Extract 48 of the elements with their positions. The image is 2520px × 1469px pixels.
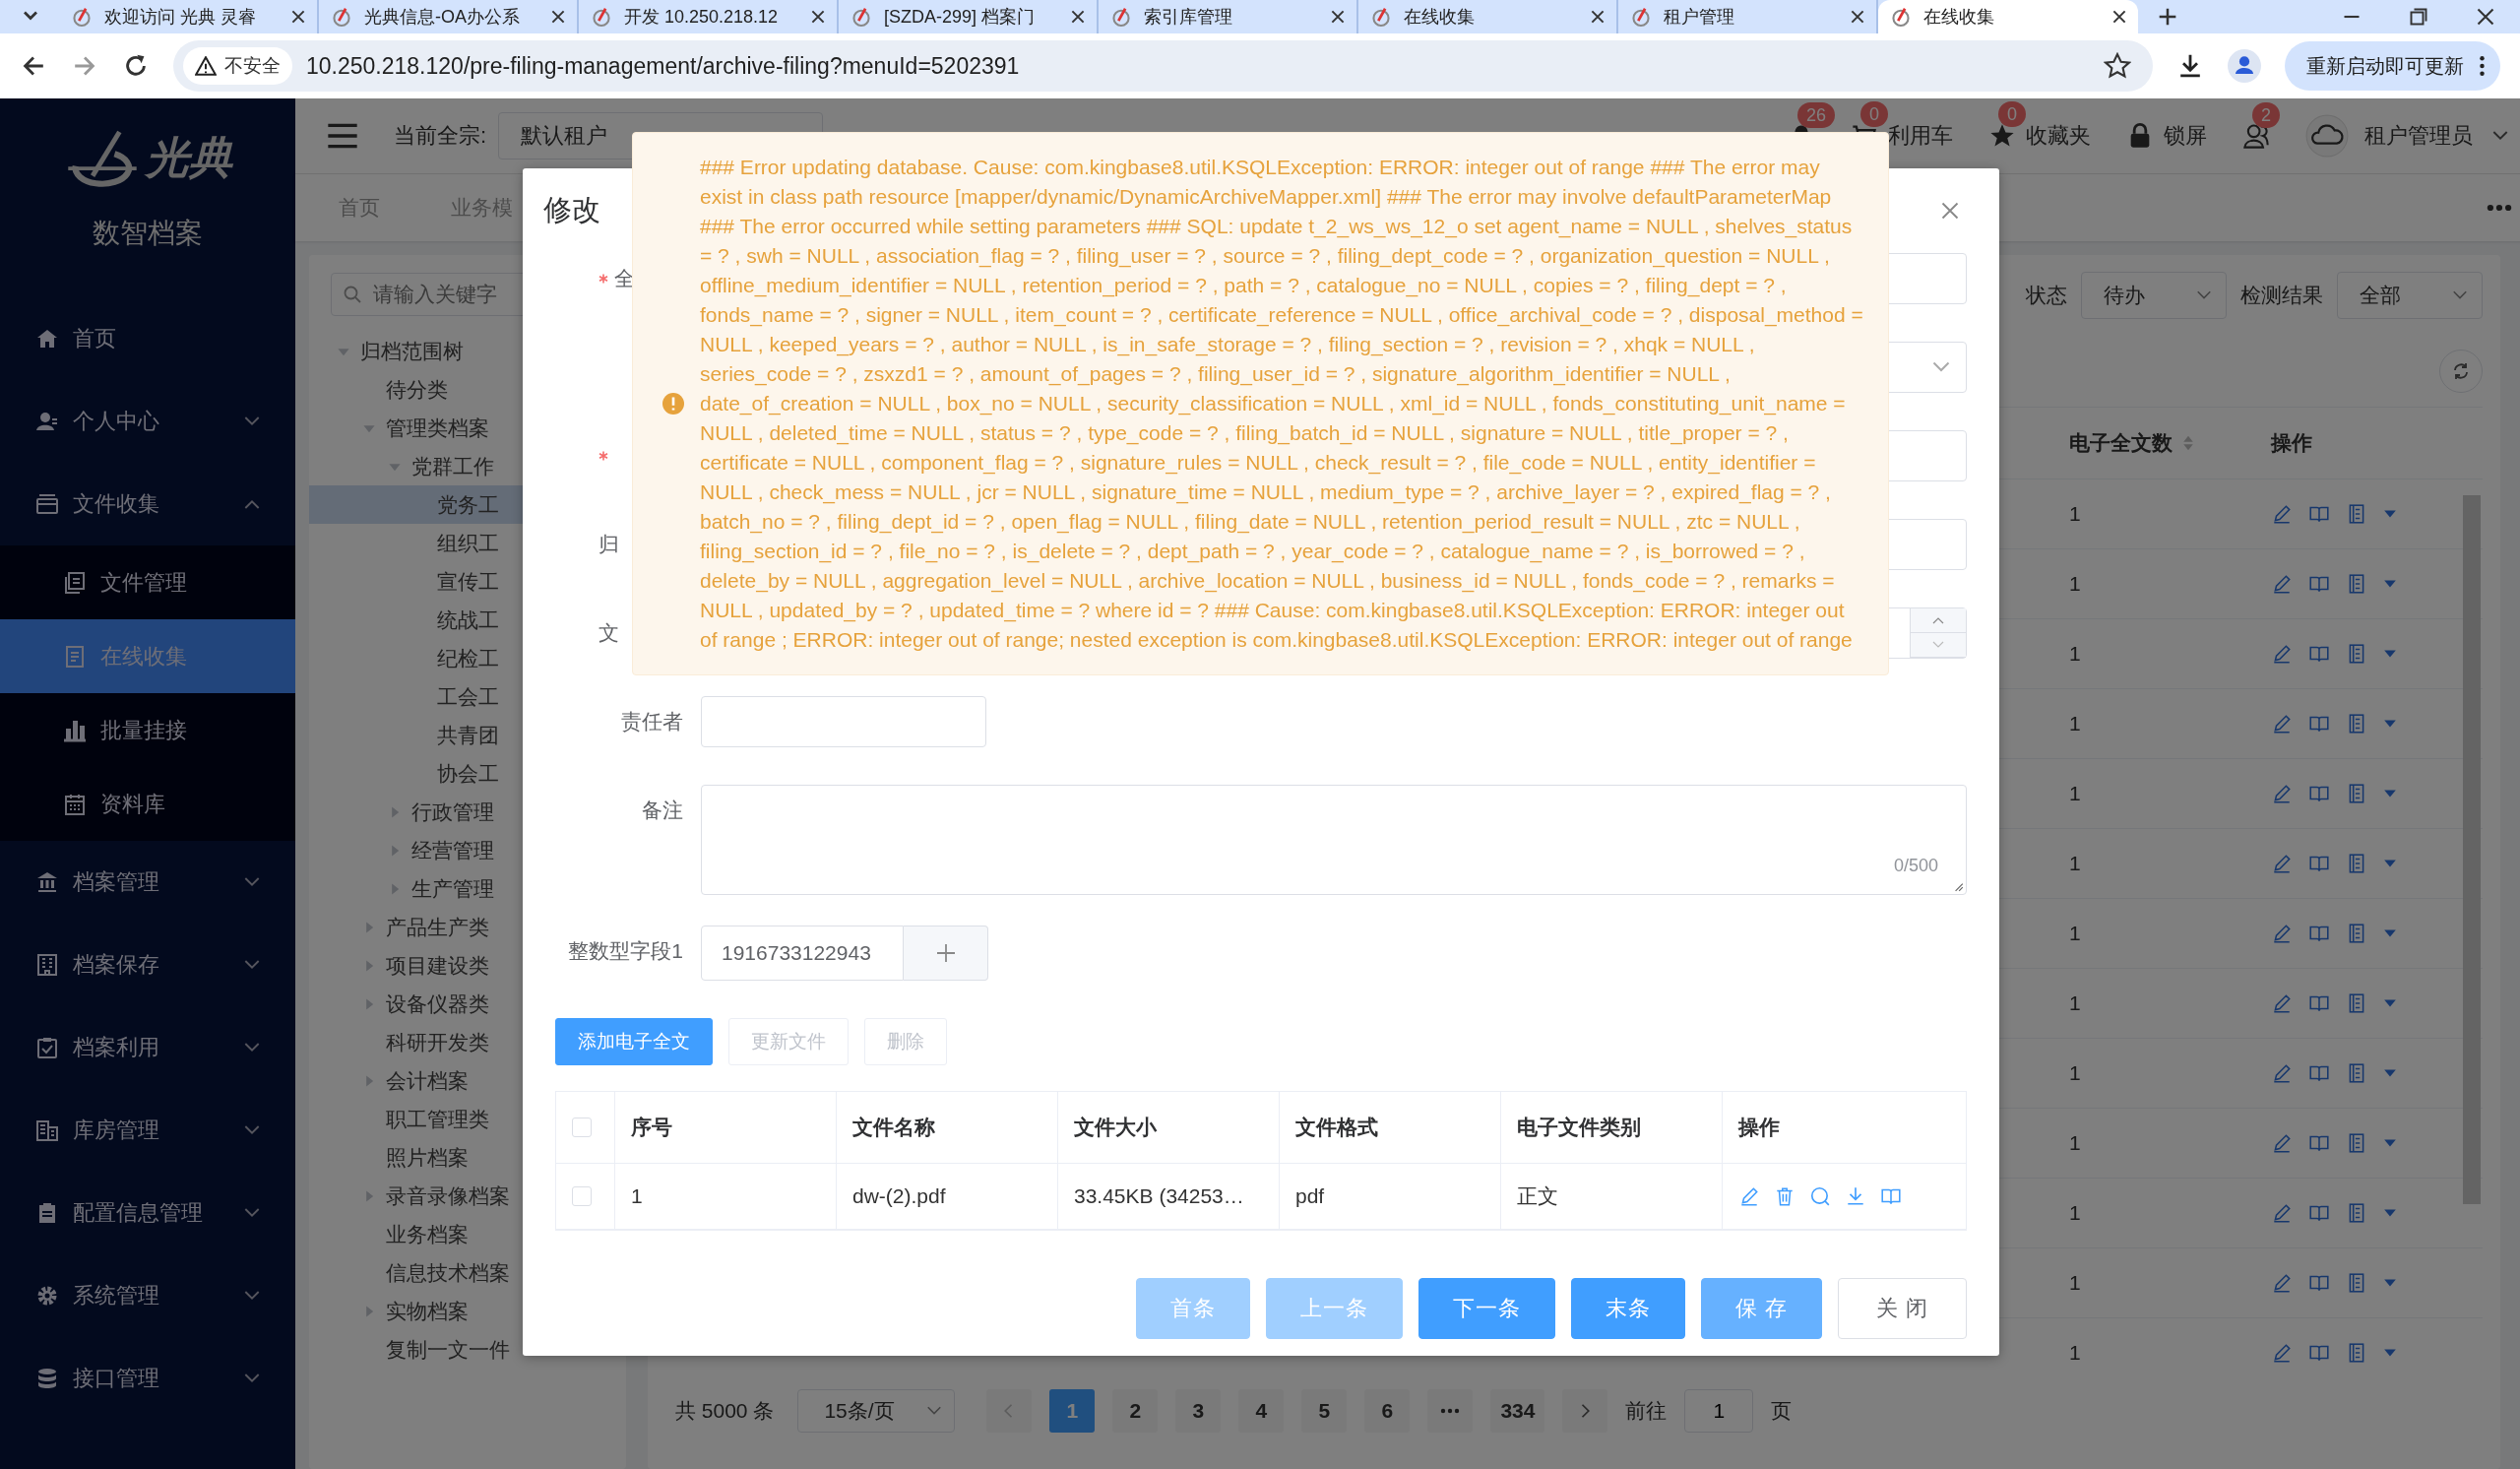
total-count: 共 5000 条 [675, 1398, 775, 1424]
column-header: 操作 [1736, 1115, 1781, 1140]
goto-label: 前往 [1625, 1398, 1668, 1424]
table-cell: pdf [1280, 1164, 1501, 1229]
table-cell: 正文 [1501, 1164, 1723, 1229]
table-cell-text: 1 [2068, 642, 2082, 666]
table-cell-text: 1 [2068, 502, 2082, 526]
column-header: 序号 [615, 1092, 837, 1163]
error-message-text: ### Error updating database. Cause: com.kingbase8.util.KSQLException: ERROR: integer out of range ### The error may exist in class path resource [mapper/dynamic/DynamicArchiveMapper.xml] ### The error may involve defaultParameterMap ### The error occurred while setting parameters ### SQL: update t_2_ws_ws_12_o set agent_name = NULL , shelves_status = ? , swh = NULL , association_flag = ? , filing_user = ? , source = ? , filing_dept_code = ? , organization_question = NULL , offline_medium_identifier = NULL , retention_period = ? , path = ? , catalogue_no = NULL , copies = ? , filing_dept = ? , fonds_name = ? , signer = NULL , item_count = ? , certificate_reference = NULL , office_archival_code = ? , disposal_method = NULL , keeped_years = ? , author = NULL , is_in_safe_storage = ? , filing_section = ? , revision = ? , xhqk = NULL , series_code = ? , zsxzd1 = ? , amount_of_pages = ? , filing_user_id = ? , signature_algorithm_identifier = NULL , date_of_creation = NULL , box_no = NULL , security_classification = NULL , xml_id = NULL , fonds_constituting_unit_name = NULL , deleted_time = NULL , status = ? , type_code = ? , filing_batch_id = NULL , signature = NULL , title_proper = ? , certificate = NULL , component_flag = ? , signature_rules = NULL , check_result = ? , file_code = NULL , entity_identifier = NULL , check_mess = NULL , jcr = NULL , signature_time = NULL , medium_type = ? , archive_layer = ? , expired_flag = ? , batch_no = ? , filing_dept_id = ? , open_flag = NULL , filing_date = NULL , retention_period_result = NULL , ztc = NULL , filing_section_id = ? , file_no = ? , is_delete = ? , dept_path = ? , year_code = ? , catalogue_name = ? , is_borrowed = ? , delete_by = NULL , aggregation_level = NULL , archive_location = NULL , business_id = NULL , fonds_code = ? , remarks = NULL , updated_by = ? , updated_time = ? where id = ? ### Cause: com.kingbase8.util.KSQLException: ERROR: integer out of range ; ERROR: integer out of range; nested exception is com.kingbase8.util.KSQLException: ERROR: integer out of range [700, 155, 1864, 653]
field-label: 归 [598, 532, 619, 557]
dialog-title: 修改 [543, 193, 600, 227]
security-label: 不安全 [224, 54, 281, 78]
filter-label: 状态 [2026, 283, 2067, 308]
character-counter: 0/500 [1893, 856, 1938, 876]
fonds-label: 当前全宗: [394, 122, 487, 150]
table-cell-text: 1 [2068, 782, 2082, 805]
column-header: 文件名称 [837, 1092, 1058, 1163]
table-cell-text: 1 [2068, 852, 2082, 875]
table-cell: 1 [615, 1164, 837, 1229]
page-unit-label: 页 [1771, 1398, 1793, 1424]
column-header: 文件格式 [1280, 1092, 1501, 1163]
brand-name: 光典 [146, 131, 232, 183]
table-cell-text: 1 [2068, 1131, 2082, 1155]
table-cell-text: 1 [2068, 991, 2082, 1015]
field-label: 整数型字段1 [568, 938, 683, 964]
count-badge: 26 [1797, 102, 1836, 128]
table-cell-text: 1 [2068, 712, 2082, 735]
url-text: 10.250.218.120/pre-filing-management/archive-filing?menuId=5202391 [306, 52, 1021, 80]
table-cell-text: 1 [2068, 922, 2082, 945]
column-header: 操作 [2269, 430, 2313, 456]
table-cell-text: 1 [2068, 1201, 2082, 1225]
table-cell: 33.45KB (34253… [1058, 1164, 1280, 1229]
field-label: 责任者 [621, 709, 683, 734]
column-header: 电子文件类别 [1501, 1092, 1723, 1163]
table-cell-text: 1 [2068, 1341, 2082, 1365]
filter-label: 检测结果 [2240, 283, 2323, 308]
table-cell-text: 1 [2068, 572, 2082, 596]
count-badge: 2 [2252, 102, 2280, 128]
count-badge: 0 [1998, 101, 2026, 127]
field-label: 备注 [642, 798, 683, 823]
count-badge: 0 [1860, 101, 1888, 127]
field-label: 全 [614, 266, 635, 291]
table-cell-text: 1 [2068, 1061, 2082, 1085]
table-cell: dw-(2).pdf [837, 1164, 1058, 1229]
app-subtitle: 数智档案 [92, 217, 204, 250]
column-header: 文件大小 [1058, 1092, 1280, 1163]
field-label: 文 [598, 620, 619, 646]
table-cell-text: 1 [2068, 1271, 2082, 1295]
